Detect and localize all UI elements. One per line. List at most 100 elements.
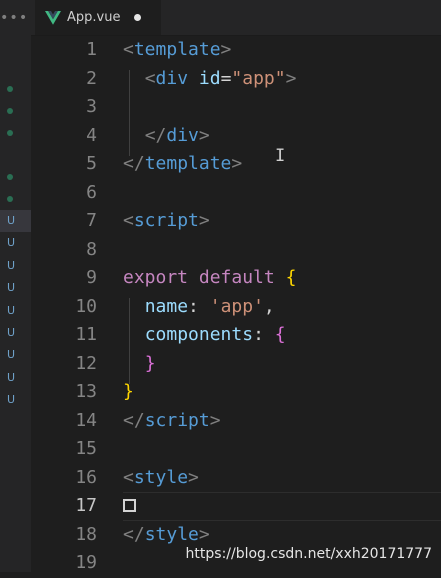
code-token: < <box>123 39 134 60</box>
code-line[interactable]: 13} <box>31 378 441 407</box>
line-code: } <box>123 378 134 407</box>
line-number: 14 <box>75 409 97 431</box>
git-untracked-marker: U <box>7 370 16 384</box>
tab-app-vue[interactable]: App.vue <box>35 0 161 35</box>
line-number: 10 <box>75 295 97 317</box>
more-dots[interactable]: ••• <box>0 10 31 26</box>
line-number: 12 <box>75 352 97 374</box>
git-modified-dot <box>7 196 13 202</box>
tab-bar: App.vue <box>31 0 441 36</box>
line-code: <script> <box>123 207 210 236</box>
vue-logo-icon <box>45 10 61 25</box>
code-line[interactable]: 12 } <box>31 350 441 379</box>
code-line[interactable]: 15 <box>31 435 441 464</box>
git-modified-dot <box>7 86 13 92</box>
code-line[interactable]: 16 <style> <box>31 464 441 493</box>
watermark: https://blog.csdn.net/xxh20171777 <box>185 546 432 562</box>
line-code: <template> <box>123 36 231 65</box>
code-token: default <box>198 267 275 288</box>
code-token: = <box>220 67 232 89</box>
code-line[interactable]: 17 <box>31 492 441 521</box>
line-code: </div> <box>123 122 210 151</box>
mouse-ibeam-icon: I <box>275 146 286 166</box>
git-untracked-marker: U <box>7 326 16 339</box>
code-token: { <box>274 324 286 345</box>
line-code: </template> <box>123 150 242 179</box>
activity-strip: ••• UUUUUUUUU <box>0 0 31 572</box>
line-number: 15 <box>75 438 97 459</box>
git-modified-dot <box>7 130 13 136</box>
code-line[interactable]: 18 </style> <box>31 521 441 550</box>
code-token: , <box>263 295 275 317</box>
code-token: > <box>220 39 232 60</box>
code-token: > <box>188 466 199 488</box>
code-line[interactable]: 2 <div id="app"> <box>31 65 441 94</box>
git-modified-dot <box>7 108 13 114</box>
code-token: > <box>198 210 210 231</box>
code-token: "app" <box>231 67 286 89</box>
code-token: template <box>133 39 221 60</box>
git-untracked-marker: U <box>7 258 16 272</box>
code-line[interactable]: 5 </template> <box>31 150 441 179</box>
code-line[interactable]: 3 <box>31 93 441 122</box>
git-untracked-marker: U <box>7 214 16 227</box>
line-number: 8 <box>86 238 97 260</box>
code-token: name <box>144 295 189 317</box>
code-line[interactable]: 8 <box>31 236 441 265</box>
code-line[interactable]: 11 components: { <box>31 321 441 350</box>
code-token: } <box>144 352 156 374</box>
code-token: script <box>144 409 210 431</box>
line-number: 3 <box>86 96 97 117</box>
line-number: 4 <box>86 124 97 146</box>
current-line-highlight <box>123 492 441 521</box>
git-untracked-marker: U <box>7 348 16 362</box>
line-number: 7 <box>86 210 97 231</box>
line-code: export default { <box>123 264 296 293</box>
code-line[interactable]: 6 <box>31 179 441 208</box>
line-code: name: 'app', <box>123 293 275 322</box>
line-code: <div id="app"> <box>123 65 297 94</box>
code-line[interactable]: 14 </script> <box>31 407 441 436</box>
line-number: 9 <box>86 267 97 288</box>
line-number: 5 <box>86 153 97 174</box>
line-number: 1 <box>86 39 97 60</box>
line-code: <style> <box>123 464 199 493</box>
code-token: { <box>285 267 297 288</box>
git-untracked-marker: U <box>7 393 16 407</box>
code-token: export <box>123 267 189 288</box>
code-line[interactable]: 9 export default { <box>31 264 441 293</box>
code-token: div <box>155 67 189 89</box>
line-code: components: { <box>123 321 286 350</box>
code-token: < <box>123 466 134 488</box>
git-untracked-marker: U <box>7 236 16 250</box>
code-token: < <box>123 210 134 231</box>
code-editor[interactable]: 1 <template> 2 <div id="app"> 3 4 </div> 5 </t… <box>31 36 441 573</box>
code-token: </ <box>123 523 145 545</box>
line-number: 18 <box>75 523 97 545</box>
code-token: id <box>198 67 221 89</box>
line-number: 13 <box>75 381 97 402</box>
line-code: } <box>123 350 156 379</box>
code-token: </ <box>144 124 167 146</box>
code-line[interactable]: 4 </div> <box>31 122 441 151</box>
code-token: } <box>123 381 134 402</box>
line-code: </style> <box>123 521 210 550</box>
code-token: > <box>198 124 210 146</box>
code-token: 'app' <box>209 295 264 317</box>
git-untracked-marker: U <box>7 303 16 317</box>
code-line[interactable]: 7 <script> <box>31 207 441 236</box>
code-token: > <box>285 67 297 89</box>
code-line[interactable]: 10 name: 'app', <box>31 293 441 322</box>
code-token: script <box>133 210 199 231</box>
line-number: 2 <box>86 67 97 89</box>
code-token: style <box>144 523 199 545</box>
unsaved-dot-icon[interactable] <box>134 14 142 21</box>
explorer-active-row <box>0 210 31 232</box>
code-line[interactable]: 1 <template> <box>31 36 441 65</box>
